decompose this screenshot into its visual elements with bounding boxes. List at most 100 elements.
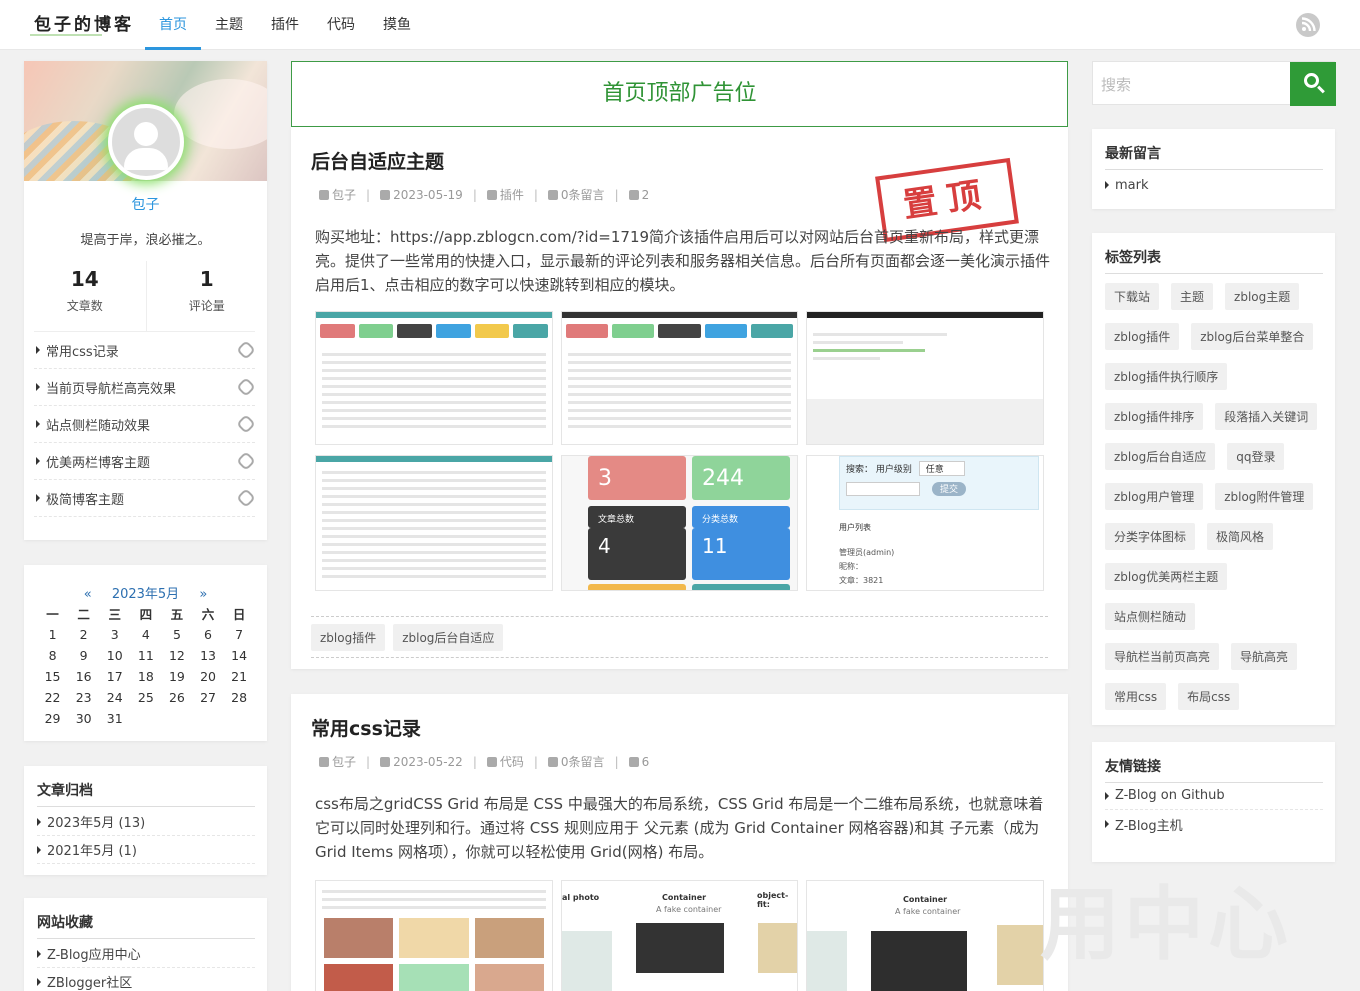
calendar-day[interactable]: 5 [161,627,192,642]
tag-item[interactable]: 常用css [1105,683,1167,710]
tag-item[interactable]: zblog插件 [1105,323,1180,350]
calendar-day[interactable]: 7 [224,627,255,642]
screenshot-thumbnail[interactable]: al photo Container A fake container obje… [561,880,798,991]
search-input[interactable]: 搜索 [1101,74,1131,95]
calendar-day[interactable]: 8 [37,648,68,663]
tag-item[interactable]: 主题 [1171,283,1214,310]
tag-item[interactable]: 极简风格 [1207,523,1274,550]
nav-item-fish[interactable]: 摸鱼 [369,0,425,50]
dashboard-thumbnail[interactable]: 3 244 文章总数 4 分类总数 11 [561,455,798,591]
tag-item[interactable]: 布局css [1178,683,1240,710]
archive-item[interactable]: 2023年5月 (13) [37,808,255,836]
calendar-day[interactable]: 3 [99,627,130,642]
tag-item[interactable]: 分类字体图标 [1105,523,1196,550]
calendar-day[interactable]: 31 [99,711,130,726]
tag-item[interactable]: zblog附件管理 [1215,483,1314,510]
post-author[interactable]: 包子 [332,186,356,203]
calendar-day[interactable]: 22 [37,690,68,705]
calendar-day[interactable]: 30 [68,711,99,726]
screenshot-thumbnail[interactable] [315,880,553,991]
nav-item-home[interactable]: 首页 [145,0,201,50]
profile-link-item[interactable]: 当前页导航栏高亮效果 [34,369,256,406]
calendar-day[interactable]: 23 [68,690,99,705]
calendar-prev-button[interactable]: « [84,587,92,602]
screenshot-thumbnail[interactable] [315,311,553,445]
screenshot-thumbnail[interactable]: Container A fake container [806,880,1044,991]
tag-item[interactable]: 下载站 [1105,283,1160,310]
calendar-day[interactable]: 28 [224,690,255,705]
rss-icon[interactable] [1296,13,1320,37]
calendar-day[interactable]: 11 [130,648,161,663]
watermark-text: 用中心 [1040,878,1292,971]
profile-link-item[interactable]: 站点侧栏随动效果 [34,406,256,443]
calendar-day[interactable]: 1 [37,627,68,642]
post-tag[interactable]: zblog后台自适应 [393,623,504,651]
post-title[interactable]: 常用css记录 [311,714,421,741]
recent-comment-item[interactable]: mark [1105,171,1323,199]
calendar-day[interactable]: 25 [130,690,161,705]
calendar-day[interactable]: 10 [99,648,130,663]
tag-item[interactable]: zblog插件执行顺序 [1105,363,1228,390]
tag-item[interactable]: zblog用户管理 [1105,483,1204,510]
calendar-day[interactable]: 16 [68,669,99,684]
calendar-day[interactable]: 9 [68,648,99,663]
link-icon [236,488,256,508]
calendar-day[interactable]: 14 [224,648,255,663]
calendar-day[interactable]: 13 [192,648,223,663]
calendar-day[interactable]: 29 [37,711,68,726]
calendar-day[interactable]: 2 [68,627,99,642]
tag-item[interactable]: zblog优美两栏主题 [1105,563,1228,590]
tag-item[interactable]: 站点侧栏随动 [1105,603,1196,630]
post-author[interactable]: 包子 [332,753,356,770]
post-tag[interactable]: zblog插件 [311,623,386,651]
screenshot-thumbnail[interactable] [806,311,1044,445]
friend-link-item[interactable]: Z-Blog on Github [1105,782,1323,810]
calendar-day[interactable]: 4 [130,627,161,642]
nav-item-code[interactable]: 代码 [313,0,369,50]
calendar-day[interactable]: 12 [161,648,192,663]
nav-item-themes[interactable]: 主题 [201,0,257,50]
calendar-day[interactable]: 20 [192,669,223,684]
tag-item[interactable]: qq登录 [1227,443,1285,470]
post-comments[interactable]: 0条留言 [561,186,605,203]
tag-item[interactable]: 导航高亮 [1231,643,1298,670]
screenshot-thumbnail[interactable] [561,311,798,445]
nav-item-plugins[interactable]: 插件 [257,0,313,50]
tag-item[interactable]: 段落插入关键词 [1215,403,1318,430]
post-category[interactable]: 代码 [500,753,524,770]
tag-item[interactable]: zblog后台自适应 [1105,443,1216,470]
tag-item[interactable]: zblog插件排序 [1105,403,1204,430]
profile-link-item[interactable]: 极简博客主题 [34,480,256,517]
calendar-day[interactable]: 15 [37,669,68,684]
calendar-day[interactable]: 6 [192,627,223,642]
calendar-day[interactable]: 27 [192,690,223,705]
tag-item[interactable]: zblog主题 [1225,283,1300,310]
calendar-day[interactable]: 24 [99,690,130,705]
avatar[interactable] [108,104,184,180]
favorite-item[interactable]: Z-Blog应用中心 [37,940,255,968]
search-button[interactable] [1290,62,1336,106]
calendar-day[interactable]: 26 [161,690,192,705]
profile-link-item[interactable]: 优美两栏博客主题 [34,443,256,480]
favorite-item[interactable]: ZBlogger社区 [37,968,255,991]
calendar-day[interactable]: 19 [161,669,192,684]
thumb-tile-label: 文章总数 [588,506,686,528]
calendar-day[interactable]: 18 [130,669,161,684]
profile-name[interactable]: 包子 [24,194,267,214]
calendar-next-button[interactable]: » [199,587,207,602]
archive-item[interactable]: 2021年5月 (1) [37,836,255,864]
top-ad-banner[interactable]: 首页顶部广告位 [291,61,1068,127]
user-list-thumbnail[interactable]: 搜索： 用户级别 任意 提交 用户列表 管理员(admin) 昵称： 文章：38… [806,455,1044,591]
post-title[interactable]: 后台自适应主题 [311,147,444,174]
post-category[interactable]: 插件 [500,186,524,203]
tag-item[interactable]: 导航栏当前页高亮 [1105,643,1220,670]
friend-link-item[interactable]: Z-Blog主机 [1105,810,1323,838]
calendar-day[interactable]: 21 [224,669,255,684]
post-comments[interactable]: 0条留言 [561,753,605,770]
site-logo[interactable]: 包子的博客 [34,10,134,35]
tag-item[interactable]: zblog后台菜单整合 [1191,323,1314,350]
calendar-day[interactable]: 17 [99,669,130,684]
profile-link-item[interactable]: 常用css记录 [34,332,256,369]
screenshot-thumbnail[interactable] [315,455,553,591]
calendar-week: 29 30 31 [37,708,255,729]
